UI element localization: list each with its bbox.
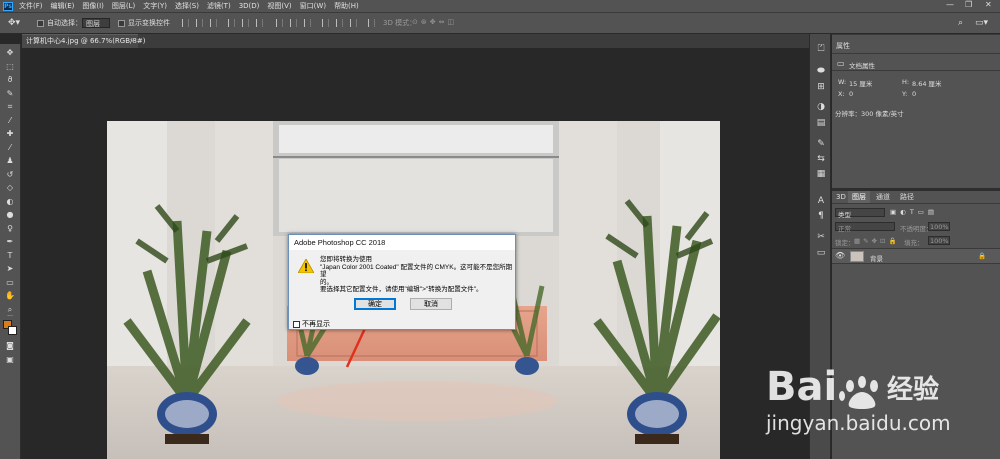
dialog-message: 您即将转换为使用 "Japan Color 2001 Coated" 配置文件的… [320,256,513,293]
character-panel-icon[interactable]: A [815,196,827,207]
baidu-watermark: Bai 经验 jingyan.baidu.com [765,364,951,435]
layer-comps-icon[interactable] [815,253,827,264]
ok-button[interactable]: 确定 [354,298,396,310]
width-label: W: [838,78,847,86]
tab-layers[interactable]: 图层 [848,191,870,203]
y-label: Y: [902,90,908,98]
y-value: 0 [912,90,917,98]
visibility-eye-icon[interactable]: 👁 [835,251,845,260]
swatches-panel-icon[interactable]: ⬬ [815,66,827,77]
cancel-button[interactable]: 取消 [410,298,452,310]
height-label: H: [902,78,910,86]
baidu-jingyan-text: 经验 [887,374,939,405]
resolution-text: 分辨率：300 像素/英寸 [835,110,904,118]
layer-row-background[interactable]: 👁 背景 🔒 [832,248,1000,264]
layer-filter-icons[interactable]: ▣◐T▭▤ [890,208,938,216]
warning-icon [298,259,314,273]
lock-label: 锁定： [835,239,855,247]
dont-show-again-checkbox[interactable]: 不再显示 [293,319,330,329]
blend-mode-label: 正常 [838,225,851,233]
styles-panel-icon[interactable]: ▤ [815,118,827,129]
layer-name: 背景 [870,255,883,263]
fill-label: 填充： [904,239,924,247]
width-value: 15 厘米 [849,80,873,88]
layer-filter-label: 类型 [838,211,851,219]
tab-paths[interactable]: 路径 [896,191,918,203]
lock-icons[interactable]: ▦✎✥⊡🔒 [854,237,900,245]
dialog-title: Adobe Photoshop CC 2018 [289,235,515,250]
height-value: 8.64 厘米 [912,80,942,88]
opacity-value: 100% [930,223,949,231]
fill-value: 100% [930,237,949,245]
x-label: X: [838,90,845,98]
baidu-url-text: jingyan.baidu.com [765,411,951,435]
tool-presets-icon[interactable]: ✂ [815,232,827,243]
brush-settings-icon[interactable]: ✎ [815,139,827,150]
convert-profile-dialog: Adobe Photoshop CC 2018 您即将转换为使用 "Japan … [288,234,516,330]
paragraph-panel-icon[interactable]: ¶ [815,211,827,222]
adjustments-panel-icon[interactable]: ◑ [815,102,827,113]
baidu-bai-text: Bai [766,364,837,410]
actions-panel-icon[interactable]: ⇆ [815,154,827,165]
baidu-paw-icon [839,376,878,409]
info-panel-icon[interactable]: ▦ [815,169,827,180]
props-subtitle: 文档属性 [849,62,875,70]
x-value: 0 [849,90,854,98]
checkbox-box[interactable] [293,320,300,328]
history-panel-icon[interactable]: ⏍ [815,44,827,55]
layer-thumbnail [850,251,864,262]
tab-properties[interactable]: 属性 [832,40,854,52]
layer-lock-icon: 🔒 [978,252,987,260]
dont-show-again-label: 不再显示 [302,320,330,328]
tab-channels[interactable]: 通道 [872,191,894,203]
libraries-panel-icon[interactable]: ⊞ [815,82,827,93]
document-props-icon: ▭ [837,59,845,68]
